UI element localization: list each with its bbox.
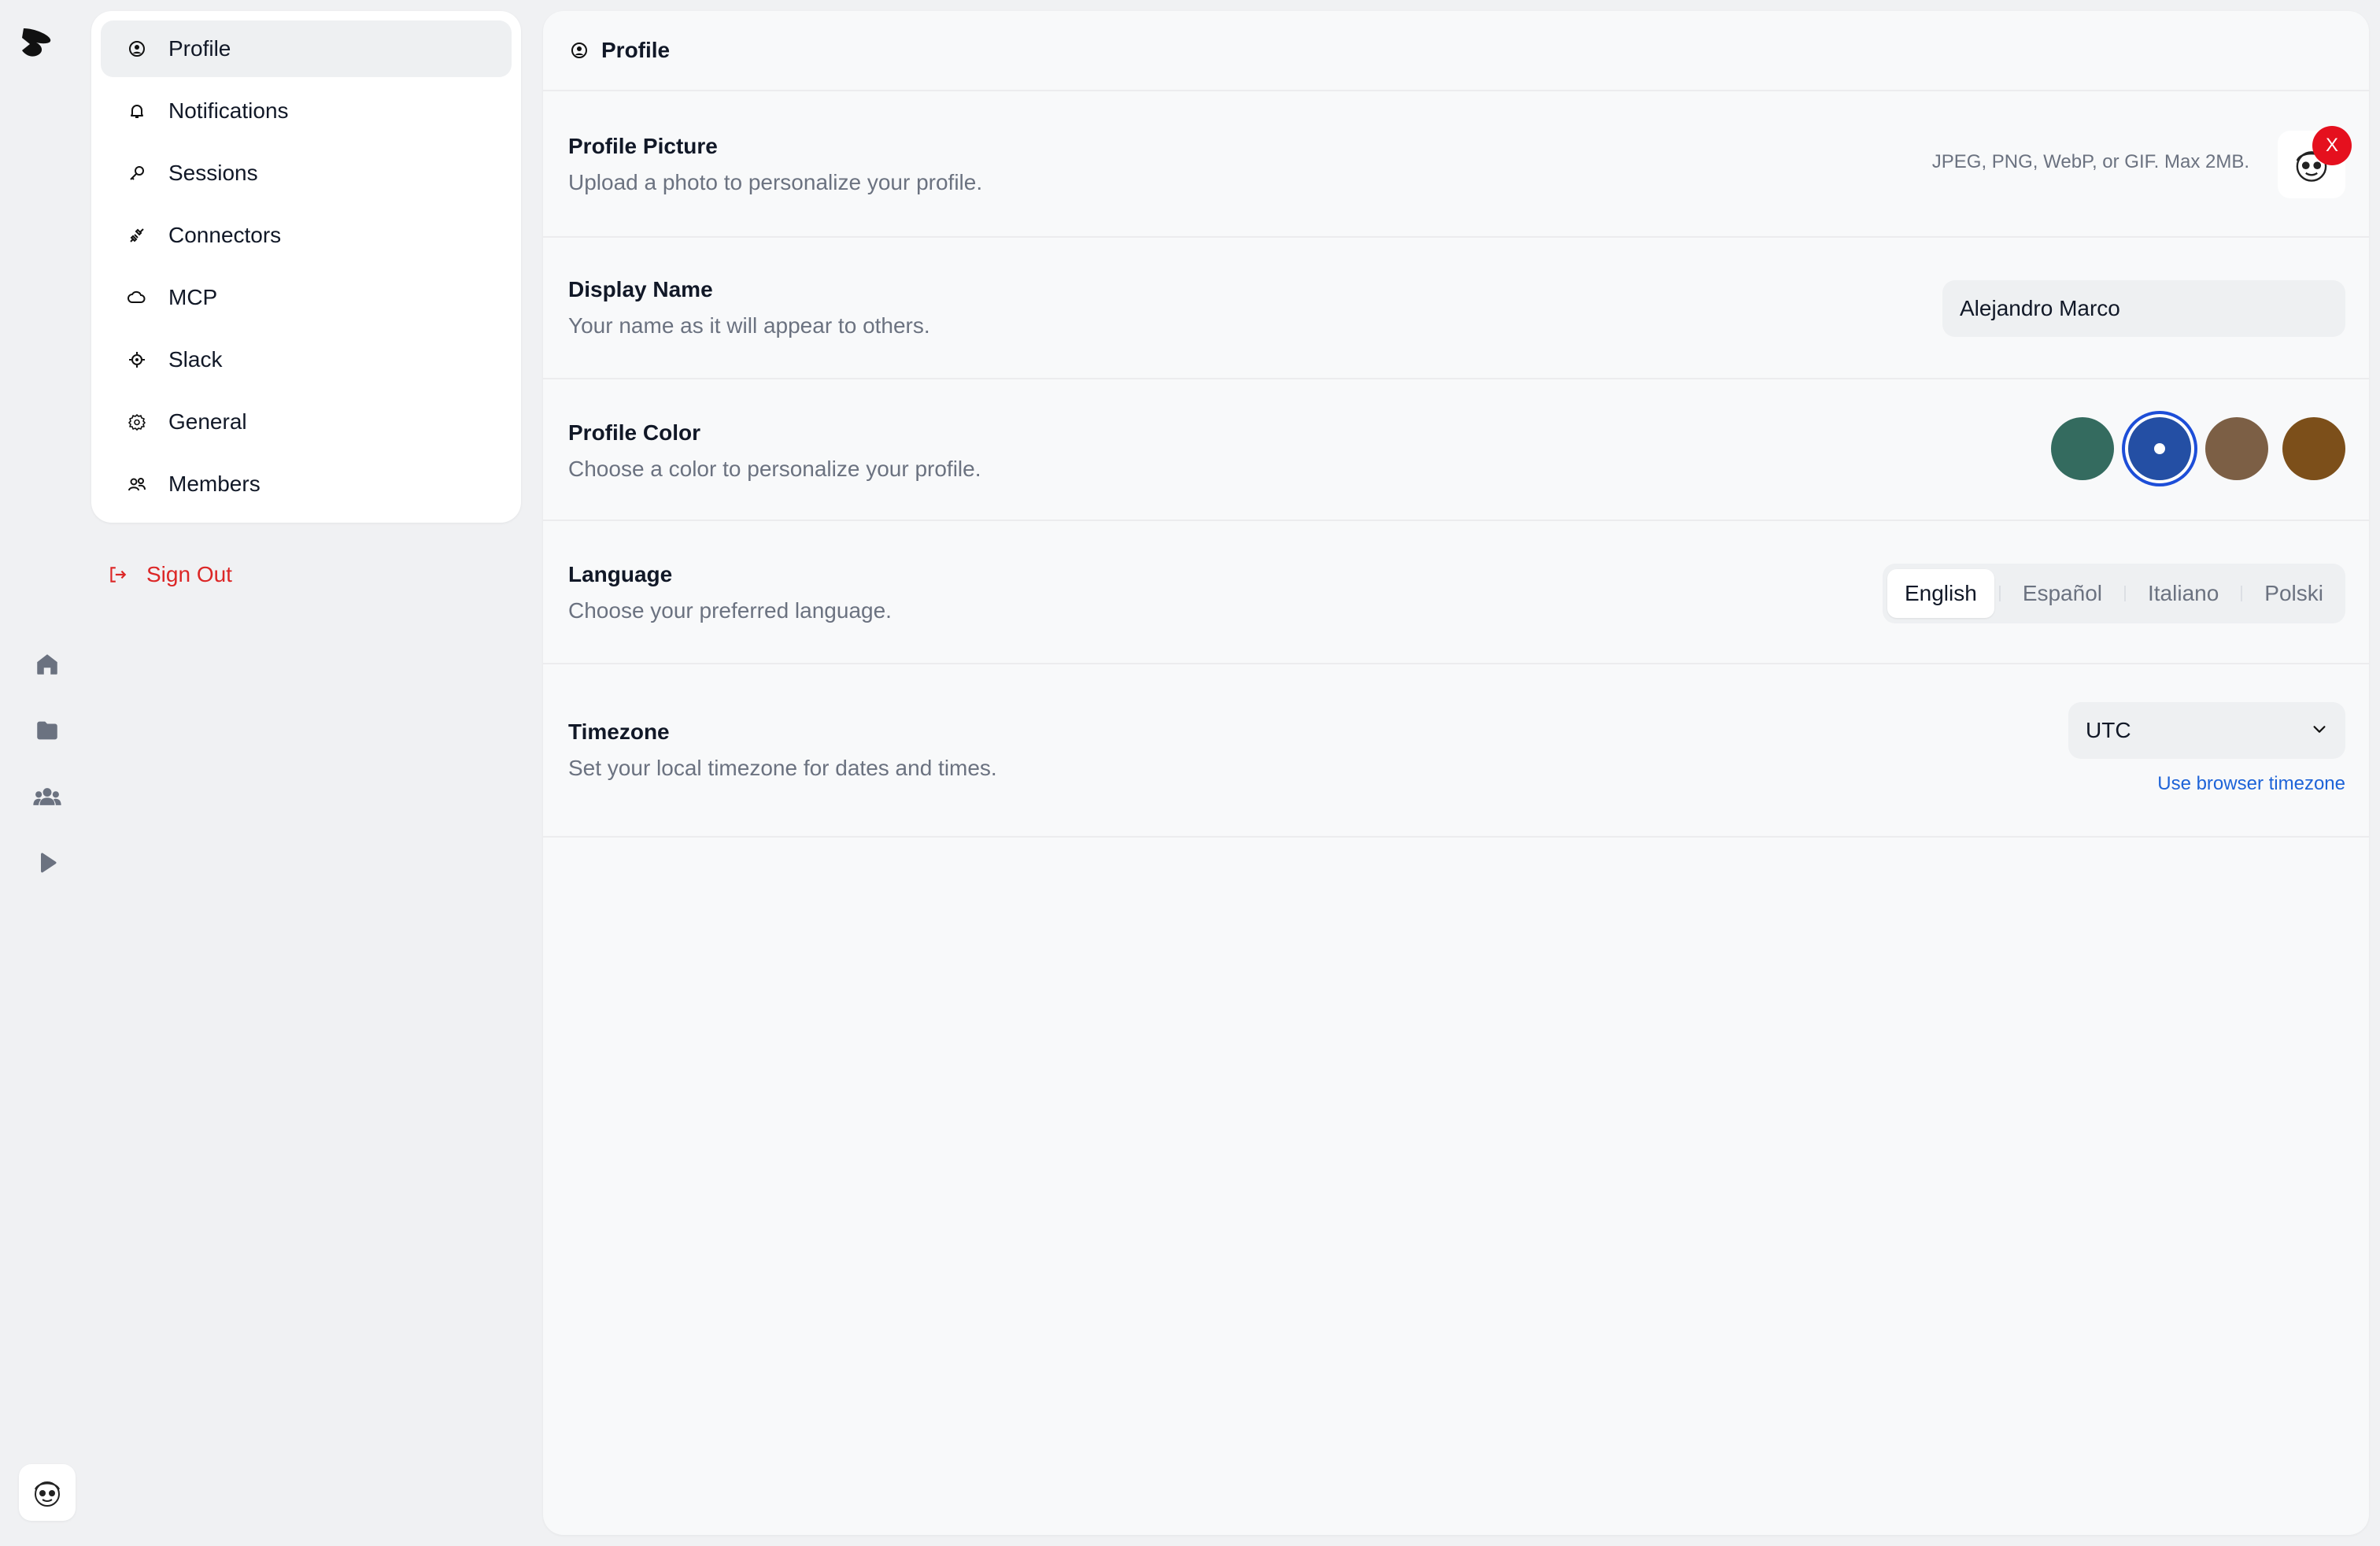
color-swatch[interactable] xyxy=(2205,417,2268,480)
home-icon[interactable] xyxy=(28,645,66,683)
color-swatch[interactable] xyxy=(2128,417,2191,480)
nav-item-label: Slack xyxy=(168,347,223,372)
timezone-select[interactable]: UTC xyxy=(2068,702,2345,759)
key-icon xyxy=(126,162,148,184)
display-name-label: Display Name xyxy=(568,277,713,301)
color-swatch[interactable] xyxy=(2282,417,2345,480)
nav-item-label: Members xyxy=(168,472,261,496)
display-name-description: Your name as it will appear to others. xyxy=(568,313,930,338)
play-icon[interactable] xyxy=(28,844,66,882)
divider xyxy=(2124,586,2126,601)
nav-item-profile[interactable]: Profile xyxy=(101,20,512,77)
timezone-value: UTC xyxy=(2086,718,2131,742)
language-label: Language xyxy=(568,562,673,586)
display-name-input[interactable] xyxy=(1942,280,2345,337)
nav-item-general[interactable]: General xyxy=(101,394,512,450)
nav-item-members[interactable]: Members xyxy=(101,456,512,512)
nav-item-label: Sessions xyxy=(168,161,258,185)
sign-out-button[interactable]: Sign Out xyxy=(105,551,232,598)
profile-settings-panel: Profile Profile Picture Upload a photo t… xyxy=(543,11,2369,1535)
language-option-espanol[interactable]: Español xyxy=(2005,569,2119,618)
nav-item-label: Profile xyxy=(168,36,231,61)
use-browser-timezone-link[interactable]: Use browser timezone xyxy=(2157,773,2345,795)
language-option-polski[interactable]: Polski xyxy=(2247,569,2341,618)
nav-item-sessions[interactable]: Sessions xyxy=(101,145,512,202)
folder-icon[interactable] xyxy=(28,712,66,749)
nav-item-notifications[interactable]: Notifications xyxy=(101,83,512,139)
remove-picture-button[interactable]: X xyxy=(2312,126,2352,165)
nav-item-label: MCP xyxy=(168,285,218,309)
profile-picture-description: Upload a photo to personalize your profi… xyxy=(568,170,983,194)
user-avatar[interactable] xyxy=(19,1464,76,1521)
icon-rail xyxy=(0,0,88,1546)
language-row: Language Choose your preferred language.… xyxy=(543,521,2369,664)
profile-picture-label: Profile Picture xyxy=(568,134,718,158)
profile-color-description: Choose a color to personalize your profi… xyxy=(568,457,981,481)
gear-icon xyxy=(126,411,148,433)
user-circle-icon xyxy=(126,38,148,60)
sign-out-label: Sign Out xyxy=(146,562,232,586)
profile-color-label: Profile Color xyxy=(568,420,701,445)
profile-picture-hint: JPEG, PNG, WebP, or GIF. Max 2MB. xyxy=(1931,151,2249,172)
profile-color-row: Profile Color Choose a color to personal… xyxy=(543,379,2369,521)
sign-out-icon xyxy=(105,563,129,586)
display-name-row: Display Name Your name as it will appear… xyxy=(543,238,2369,379)
users-icon xyxy=(126,473,148,495)
nav-item-label: Connectors xyxy=(168,223,282,247)
language-segmented-control: English Español Italiano Polski xyxy=(1882,564,2345,623)
bell-icon xyxy=(126,100,148,122)
cloud-icon xyxy=(126,287,148,309)
nav-item-label: Notifications xyxy=(168,98,289,123)
timezone-description: Set your local timezone for dates and ti… xyxy=(568,756,997,780)
user-circle-icon xyxy=(568,39,590,61)
color-swatches xyxy=(2051,417,2345,480)
chevron-down-icon xyxy=(2311,718,2328,743)
settings-nav: Profile Notifications Sessions Connector… xyxy=(91,11,521,523)
page-title: Profile xyxy=(601,38,671,62)
color-swatch[interactable] xyxy=(2051,417,2114,480)
app-logo-icon[interactable] xyxy=(19,24,57,61)
nav-item-connectors[interactable]: Connectors xyxy=(101,207,512,264)
divider xyxy=(1998,586,2001,601)
nav-item-slack[interactable]: Slack xyxy=(101,331,512,388)
language-option-italiano[interactable]: Italiano xyxy=(2131,569,2236,618)
profile-picture-row: Profile Picture Upload a photo to person… xyxy=(543,91,2369,238)
page-header: Profile xyxy=(543,11,2369,91)
nav-item-mcp[interactable]: MCP xyxy=(101,269,512,326)
plug-icon xyxy=(126,224,148,246)
language-description: Choose your preferred language. xyxy=(568,598,892,623)
timezone-label: Timezone xyxy=(568,719,670,744)
language-option-english[interactable]: English xyxy=(1887,569,1994,618)
team-icon[interactable] xyxy=(28,778,66,816)
timezone-row: Timezone Set your local timezone for dat… xyxy=(543,664,2369,838)
nav-item-label: General xyxy=(168,409,247,434)
monkey-avatar-icon xyxy=(35,1481,60,1507)
target-icon xyxy=(126,349,148,371)
selected-indicator xyxy=(2154,443,2165,454)
divider xyxy=(2241,586,2243,601)
